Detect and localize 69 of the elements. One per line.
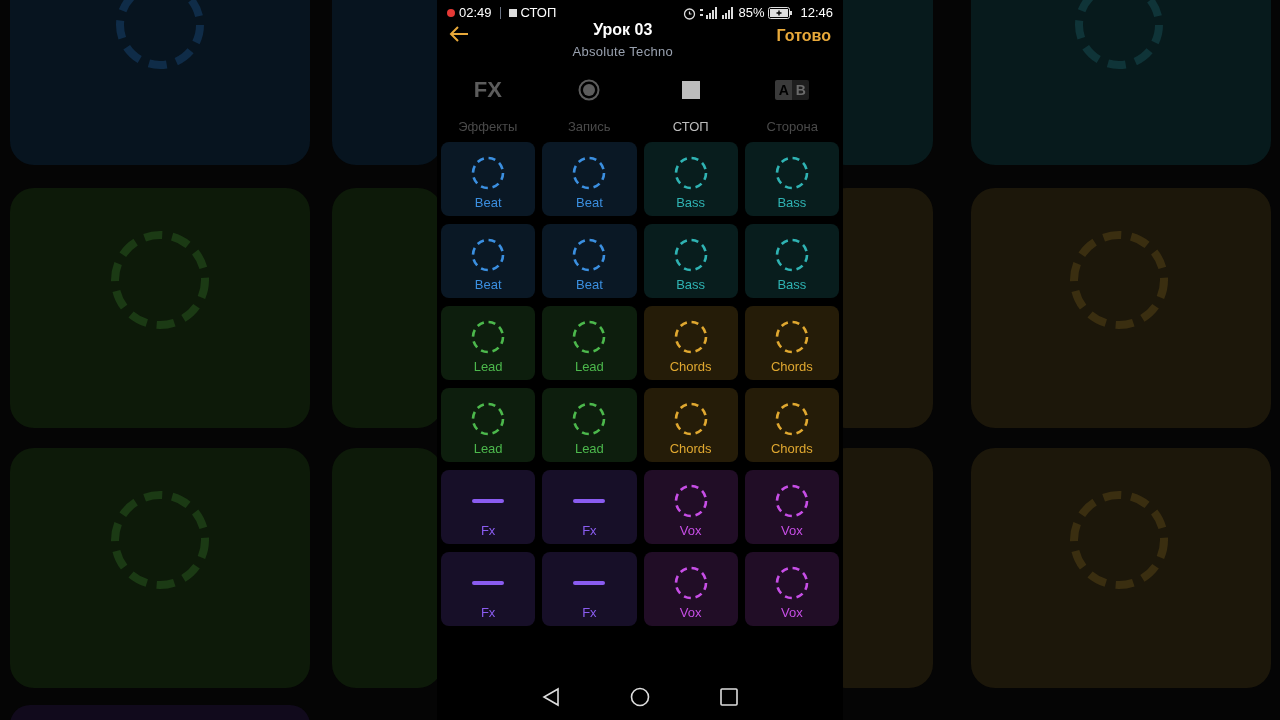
back-arrow-icon[interactable] xyxy=(449,26,469,42)
recording-time: 02:49 xyxy=(459,4,492,23)
done-button[interactable]: Готово xyxy=(776,24,831,48)
pad-label: Fx xyxy=(582,606,597,619)
pad-label: Beat xyxy=(576,196,603,209)
signal-icon xyxy=(700,7,719,19)
battery-icon xyxy=(768,7,793,19)
screen-title: Урок 03 xyxy=(593,20,653,40)
loop-pad[interactable]: Lead xyxy=(542,388,637,462)
loop-pad[interactable]: Vox xyxy=(744,470,839,544)
pad-label: Beat xyxy=(576,278,603,291)
record-icon[interactable] xyxy=(578,79,601,101)
recording-dot-icon xyxy=(447,9,455,17)
pad-label: Vox xyxy=(781,524,803,537)
loop-pad[interactable]: Vox xyxy=(643,552,738,626)
pad-label: Lead xyxy=(473,442,503,455)
signal-icon xyxy=(722,7,735,19)
loop-pad[interactable]: Beat xyxy=(542,142,637,216)
recording-state: СТОП xyxy=(520,4,557,23)
loop-pad[interactable]: Bass xyxy=(643,224,738,298)
loop-pad[interactable]: Fx xyxy=(542,552,637,626)
alarm-icon xyxy=(683,6,697,20)
loop-pad[interactable]: Lead xyxy=(441,306,536,380)
toolbar-tab[interactable]: СТОП xyxy=(672,116,709,136)
pad-label: Chords xyxy=(770,442,813,455)
loop-pad[interactable]: Fx xyxy=(441,470,536,544)
loop-pad[interactable]: Chords xyxy=(744,388,839,462)
pad-label: Lead xyxy=(574,442,604,455)
loop-pad[interactable]: Fx xyxy=(441,552,536,626)
clock: 12:46 xyxy=(800,4,833,23)
pad-label: Fx xyxy=(480,524,496,537)
loop-pad[interactable]: Vox xyxy=(643,470,738,544)
loop-pad[interactable]: Chords xyxy=(643,388,738,462)
loop-pad[interactable]: Bass xyxy=(643,142,738,216)
stop-icon[interactable] xyxy=(680,80,701,100)
pad-label: Beat xyxy=(474,196,502,209)
loop-pad[interactable]: Fx xyxy=(542,470,637,544)
pad-label: Chords xyxy=(669,360,712,373)
pad-label: Bass xyxy=(676,196,706,209)
stop-icon xyxy=(508,9,517,17)
loop-pad[interactable]: Beat xyxy=(542,224,637,298)
loop-pad[interactable]: Beat xyxy=(441,142,536,216)
pad-label: Bass xyxy=(777,278,807,291)
loop-pad[interactable]: Lead xyxy=(441,388,536,462)
pad-label: Lead xyxy=(473,360,503,373)
recents-icon[interactable] xyxy=(720,688,738,706)
pad-label: Chords xyxy=(770,360,813,373)
pad-label: Bass xyxy=(676,278,706,291)
home-icon[interactable] xyxy=(630,687,650,707)
pad-label: Vox xyxy=(679,524,702,537)
screen-subtitle: Absolute Techno xyxy=(572,43,674,61)
pad-label: Lead xyxy=(574,360,604,373)
pad-label: Chords xyxy=(669,442,712,455)
loop-pad[interactable]: Vox xyxy=(744,552,839,626)
back-icon[interactable] xyxy=(542,687,560,707)
pad-label: Bass xyxy=(777,196,807,209)
fx-icon[interactable]: FX xyxy=(473,77,502,103)
battery-level: 85% xyxy=(738,4,765,23)
loop-pad[interactable]: Lead xyxy=(542,306,637,380)
loop-pad[interactable]: Beat xyxy=(441,224,536,298)
pad-label: Fx xyxy=(480,606,496,619)
pad-label: Vox xyxy=(781,606,803,619)
loop-pad[interactable]: Chords xyxy=(643,306,738,380)
loop-pad[interactable]: Bass xyxy=(744,142,839,216)
pad-label: Beat xyxy=(474,278,502,291)
loop-pad[interactable]: Chords xyxy=(744,306,839,380)
pad-label: Fx xyxy=(582,524,597,537)
loop-pad[interactable]: Bass xyxy=(744,224,839,298)
pad-label: Vox xyxy=(679,606,702,619)
